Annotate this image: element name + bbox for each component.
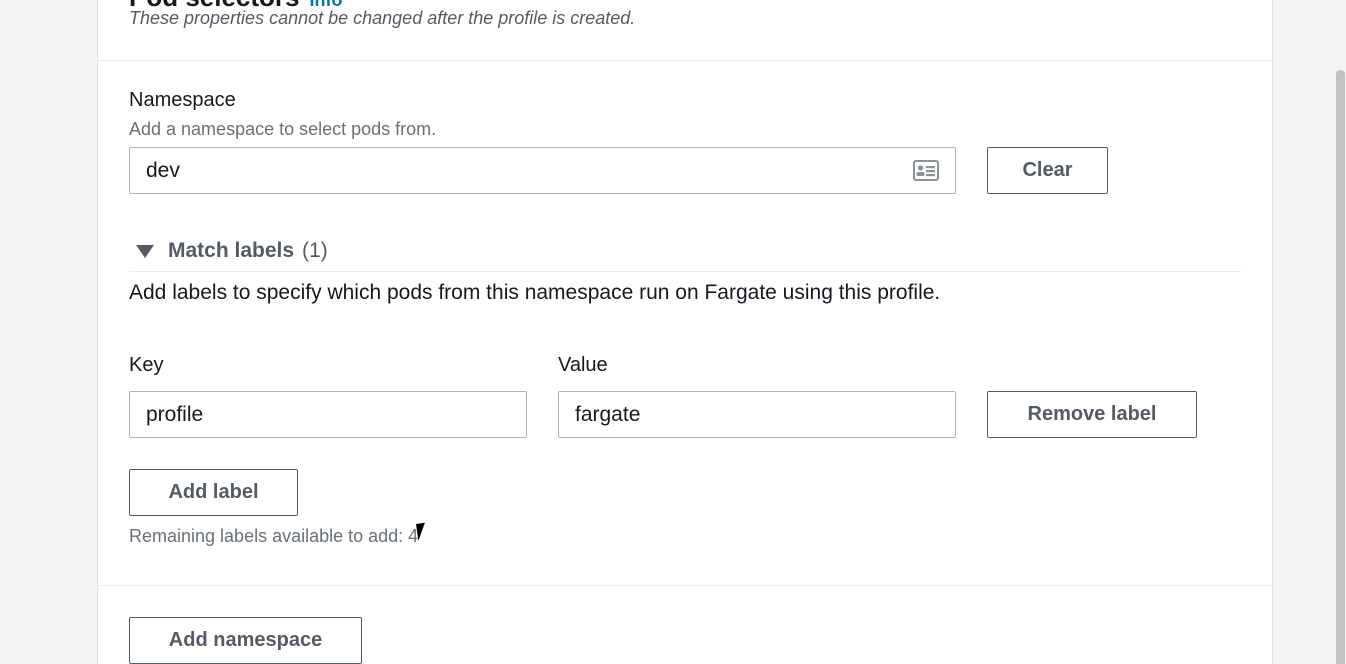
namespace-input[interactable]: dev <box>129 147 956 194</box>
remove-label-button[interactable]: Remove label <box>987 391 1197 438</box>
namespace-label: Namespace <box>129 89 236 111</box>
contact-card-icon <box>913 160 939 181</box>
match-labels-expander[interactable]: Match labels (1) <box>129 234 328 268</box>
key-label: Key <box>129 354 164 376</box>
section-divider <box>98 585 1272 586</box>
namespace-hint: Add a namespace to select pods from. <box>129 119 437 139</box>
label-value-value: fargate <box>575 403 641 426</box>
caret-down-icon <box>136 244 154 258</box>
add-namespace-button[interactable]: Add namespace <box>129 617 362 664</box>
expander-divider <box>129 271 1241 272</box>
scrollbar-thumb[interactable] <box>1336 70 1345 664</box>
section-description: These properties cannot be changed after… <box>129 8 636 28</box>
panel-header: Pod selectorsInfo These properties canno… <box>98 0 1272 61</box>
remaining-labels-text: Remaining labels available to add: 4 <box>129 526 419 546</box>
match-labels-description: Add labels to specify which pods from th… <box>129 281 941 304</box>
match-labels-count: (1) <box>302 239 328 262</box>
value-label: Value <box>558 354 608 376</box>
clear-button[interactable]: Clear <box>987 147 1108 194</box>
scrollbar[interactable] <box>1334 0 1346 664</box>
namespace-input-value: dev <box>146 159 180 182</box>
add-label-button[interactable]: Add label <box>129 469 298 516</box>
page: Pod selectorsInfo These properties canno… <box>0 0 1346 664</box>
label-value-input[interactable]: fargate <box>558 391 956 438</box>
label-key-value: profile <box>146 403 204 426</box>
pod-selectors-panel: Pod selectorsInfo These properties canno… <box>97 0 1273 664</box>
label-key-input[interactable]: profile <box>129 391 527 438</box>
match-labels-title: Match labels <box>168 239 295 262</box>
